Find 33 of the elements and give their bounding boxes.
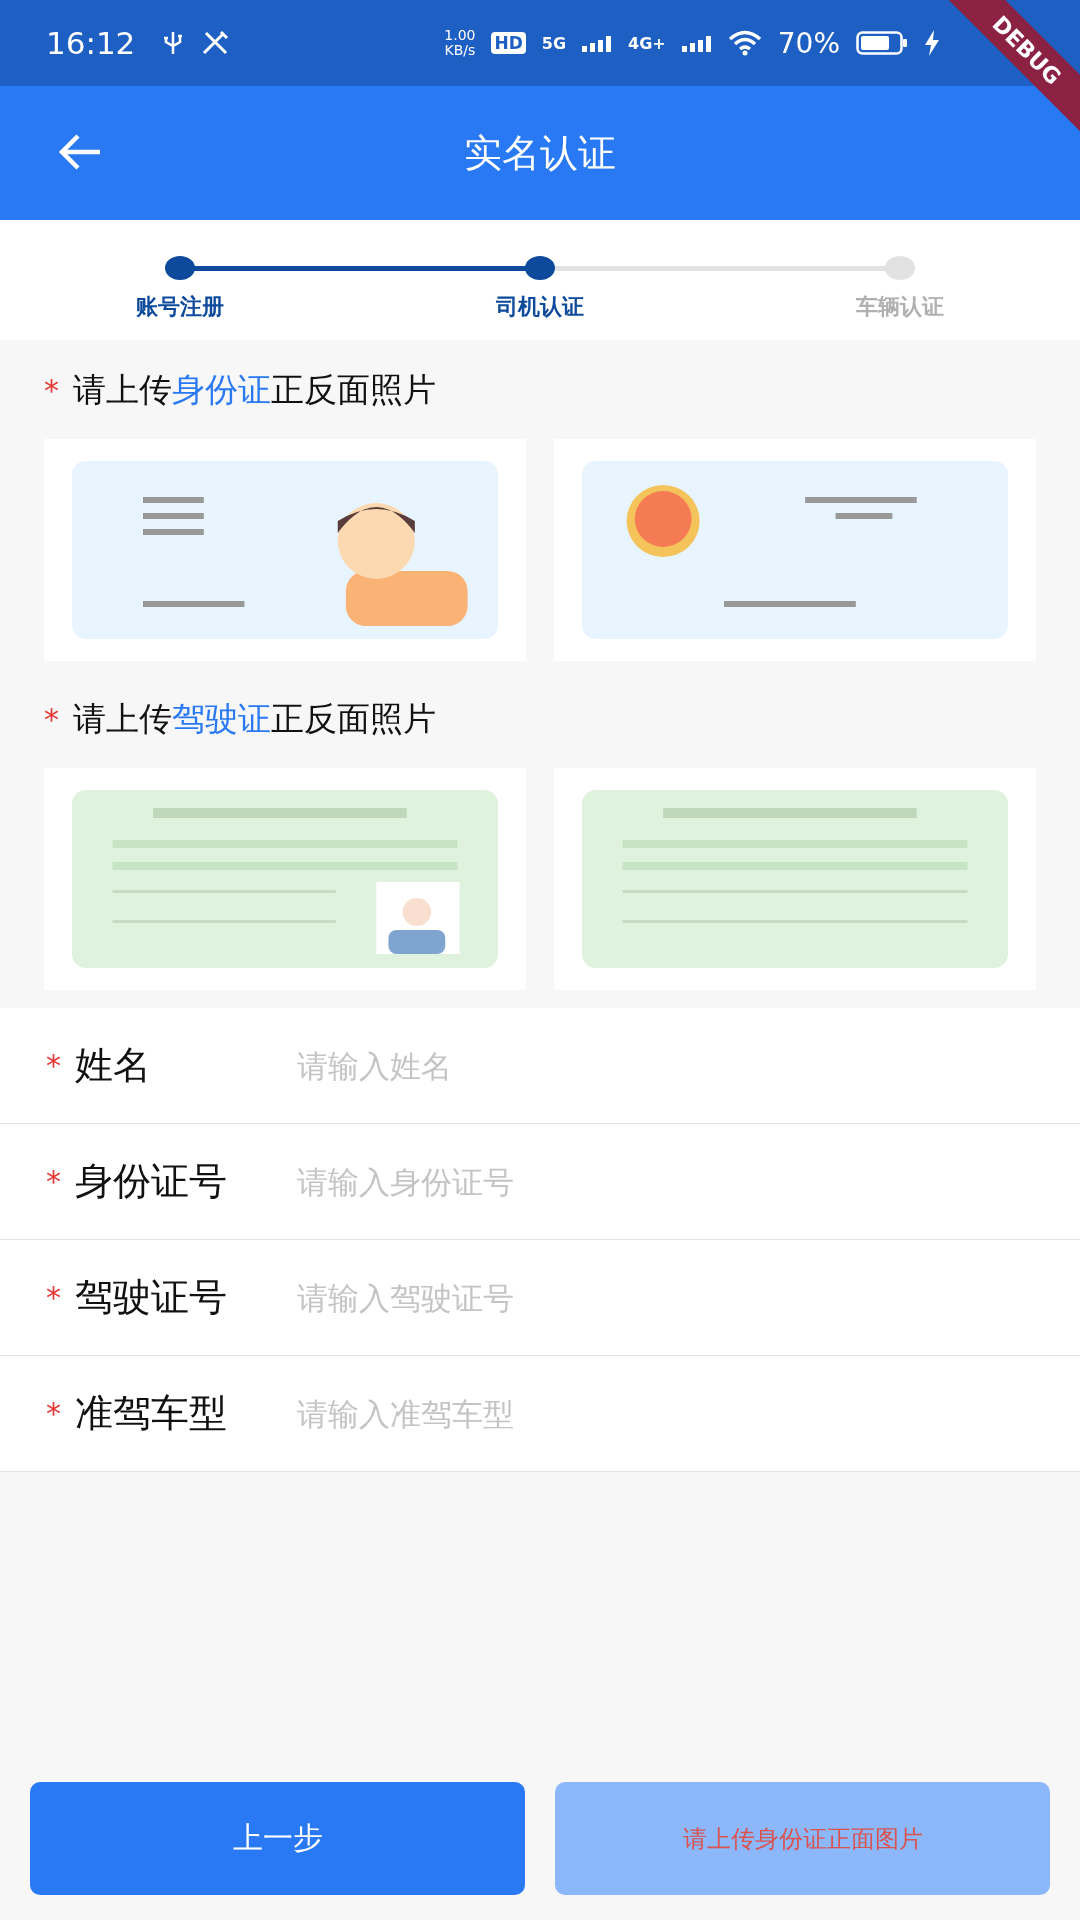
previous-button[interactable]: 上一步 [30,1782,525,1895]
field-label: 准驾车型 [75,1390,228,1437]
network-speed: 1.00 KB/s [444,28,476,58]
step-label: 账号注册 [136,293,224,321]
field-label: 驾驶证号 [75,1274,228,1321]
input-field[interactable]: 请输入准驾车型 [295,1394,1034,1433]
section-title: 请上传身份证正反面照片 [73,369,436,411]
tools-icon [201,30,230,56]
wifi-icon [727,30,762,56]
step-label: 车辆认证 [856,293,944,321]
required-mark: * [44,373,59,408]
page-title: 实名认证 [464,129,616,177]
section-title: 请上传驾驶证正反面照片 [73,698,436,740]
input-field[interactable]: 请输入驾驶证号 [295,1278,1034,1317]
required-mark: * [46,1280,61,1315]
signal-icon [681,34,712,52]
network-label: 5G [541,33,567,53]
required-mark: * [46,1048,61,1083]
input-field[interactable]: 请输入身份证号 [295,1162,1034,1201]
required-mark: * [46,1164,61,1199]
input-field[interactable]: 请输入姓名 [295,1046,1034,1085]
charging-icon [924,30,940,56]
step-label: 司机认证 [496,293,584,321]
field-label: 姓名 [75,1042,152,1089]
battery-icon [856,31,908,55]
network-label: 4G+ [628,33,666,53]
required-mark: * [44,702,59,737]
signal-icon [582,34,613,52]
field-label: 身份证号 [75,1158,228,1205]
required-mark: * [46,1396,61,1431]
battery-percent: 70% [777,26,840,60]
hd-badge: HD [491,32,526,54]
status-time: 16:12 [46,25,136,61]
